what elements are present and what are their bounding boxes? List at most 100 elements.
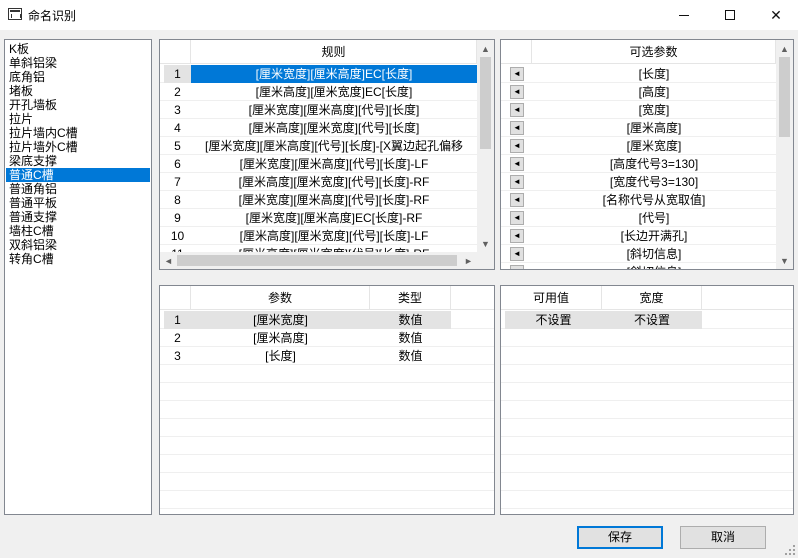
- rules-column-header[interactable]: 规则: [191, 40, 477, 64]
- insert-arrow-icon[interactable]: ◄: [510, 103, 524, 117]
- param-type-cell[interactable]: 数值: [370, 329, 451, 347]
- rule-row[interactable]: 5 [厘米宽度][厘米高度][代号][长度]-[X翼边起孔偏移: [160, 137, 477, 155]
- minimize-button[interactable]: [661, 0, 707, 30]
- rules-hscroll-thumb[interactable]: [177, 255, 457, 266]
- maximize-button[interactable]: [707, 0, 753, 30]
- category-list-item[interactable]: K板: [6, 42, 150, 56]
- scroll-down-icon[interactable]: ▼: [776, 252, 793, 269]
- param-row[interactable]: ◄ [宽度]: [501, 101, 776, 119]
- cancel-button[interactable]: 取消: [680, 526, 766, 549]
- insert-arrow-icon[interactable]: ◄: [510, 193, 524, 207]
- param-cell[interactable]: [宽度代号3=130]: [532, 173, 776, 191]
- rule-row[interactable]: 1 [厘米宽度][厘米高度]EC[长度]: [160, 65, 477, 83]
- available-value-column-header[interactable]: 可用值: [501, 286, 602, 310]
- param-cell[interactable]: [名称代号从宽取值]: [532, 191, 776, 209]
- param-cell[interactable]: [高度代号3=130]: [532, 155, 776, 173]
- category-list-item[interactable]: 拉片墙内C槽: [6, 126, 150, 140]
- param-row[interactable]: ◄ [厘米高度]: [501, 119, 776, 137]
- param-row[interactable]: ◄ [高度]: [501, 83, 776, 101]
- rule-row[interactable]: 4 [厘米高度][厘米宽度][代号][长度]: [160, 119, 477, 137]
- rule-row[interactable]: 2 [厘米高度][厘米宽度]EC[长度]: [160, 83, 477, 101]
- param-type-cell[interactable]: 数值: [370, 347, 451, 365]
- param-row[interactable]: ◄ [长边开满孔]: [501, 227, 776, 245]
- param-type-cell[interactable]: 数值: [370, 311, 451, 329]
- category-list-item[interactable]: 开孔墙板: [6, 98, 150, 112]
- param-type-row[interactable]: 2 [厘米高度] 数值: [160, 329, 494, 347]
- rule-row[interactable]: 3 [厘米宽度][厘米高度][代号][长度]: [160, 101, 477, 119]
- param-cell[interactable]: [宽度]: [532, 101, 776, 119]
- param-type-row[interactable]: 3 [长度] 数值: [160, 347, 494, 365]
- rule-cell[interactable]: [厘米宽度][厘米高度][代号][长度]-RF: [191, 191, 477, 209]
- params-column-header[interactable]: 可选参数: [532, 40, 776, 64]
- param-name-cell[interactable]: [厘米高度]: [191, 329, 370, 347]
- param-cell[interactable]: [代号]: [532, 209, 776, 227]
- param-row[interactable]: ◄ [斜切信息]: [501, 263, 776, 269]
- close-button[interactable]: ✕: [753, 0, 798, 30]
- rule-row[interactable]: 9 [厘米宽度][厘米高度]EC[长度]-RF: [160, 209, 477, 227]
- insert-arrow-icon[interactable]: ◄: [510, 67, 524, 81]
- params-vscroll-thumb[interactable]: [779, 57, 790, 137]
- insert-arrow-icon[interactable]: ◄: [510, 229, 524, 243]
- param-name-cell[interactable]: [长度]: [191, 347, 370, 365]
- param-row[interactable]: ◄ [长度]: [501, 65, 776, 83]
- category-list-item[interactable]: 梁底支撑: [6, 154, 150, 168]
- category-list-item[interactable]: 普通平板: [6, 196, 150, 210]
- rule-cell[interactable]: [厘米宽度][厘米高度][代号][长度]-[X翼边起孔偏移: [191, 137, 477, 155]
- param-column-header[interactable]: 参数: [191, 286, 370, 310]
- insert-arrow-icon[interactable]: ◄: [510, 85, 524, 99]
- param-row[interactable]: ◄ [高度代号3=130]: [501, 155, 776, 173]
- category-list[interactable]: K板 单斜铝梁 底角铝 堵板 开孔墙板 拉片 拉片墙内C槽 拉片墙外C槽 梁底支撑 普通C槽 普通角…: [4, 39, 152, 515]
- rule-row[interactable]: 7 [厘米高度][厘米宽度][代号][长度]-RF: [160, 173, 477, 191]
- param-cell[interactable]: [厘米宽度]: [532, 137, 776, 155]
- rule-cell[interactable]: [厘米宽度][厘米高度][代号][长度]: [191, 101, 477, 119]
- rule-cell[interactable]: [厘米高度][厘米宽度][代号][长度]-RF: [191, 173, 477, 191]
- category-list-item[interactable]: 普通C槽: [6, 168, 150, 182]
- rule-cell[interactable]: [厘米高度][厘米宽度][代号][长度]: [191, 119, 477, 137]
- value-row[interactable]: 不设置 不设置: [501, 311, 793, 329]
- insert-arrow-icon[interactable]: ◄: [510, 211, 524, 225]
- rule-cell[interactable]: [厘米宽度][厘米高度]EC[长度]-RF: [191, 209, 477, 227]
- scroll-up-icon[interactable]: ▲: [477, 40, 494, 57]
- param-cell[interactable]: [厘米高度]: [532, 119, 776, 137]
- rules-vertical-scrollbar[interactable]: ▲ ▼: [477, 40, 494, 252]
- insert-arrow-icon[interactable]: ◄: [510, 175, 524, 189]
- insert-arrow-icon[interactable]: ◄: [510, 265, 524, 269]
- param-row[interactable]: ◄ [宽度代号3=130]: [501, 173, 776, 191]
- rule-cell[interactable]: [厘米高度][厘米宽度][代号][长度]-LF: [191, 227, 477, 245]
- width-value-cell[interactable]: 不设置: [602, 311, 702, 329]
- category-list-item[interactable]: 单斜铝梁: [6, 56, 150, 70]
- insert-arrow-icon[interactable]: ◄: [510, 157, 524, 171]
- param-name-cell[interactable]: [厘米宽度]: [191, 311, 370, 329]
- rules-horizontal-scrollbar[interactable]: ◄ ►: [160, 252, 477, 269]
- resize-grip-icon[interactable]: [784, 544, 796, 556]
- param-type-row[interactable]: 1 [厘米宽度] 数值: [160, 311, 494, 329]
- param-cell[interactable]: [斜切信息]: [532, 245, 776, 263]
- type-column-header[interactable]: 类型: [370, 286, 451, 310]
- category-list-item[interactable]: 普通角铝: [6, 182, 150, 196]
- scroll-up-icon[interactable]: ▲: [776, 40, 793, 57]
- param-cell[interactable]: [长边开满孔]: [532, 227, 776, 245]
- rule-cell[interactable]: [厘米宽度][厘米高度][代号][长度]-LF: [191, 155, 477, 173]
- insert-arrow-icon[interactable]: ◄: [510, 247, 524, 261]
- category-list-item[interactable]: 拉片墙外C槽: [6, 140, 150, 154]
- insert-arrow-icon[interactable]: ◄: [510, 139, 524, 153]
- rule-cell[interactable]: [厘米宽度][厘米高度]EC[长度]: [191, 65, 477, 83]
- scroll-right-icon[interactable]: ►: [460, 252, 477, 269]
- scroll-down-icon[interactable]: ▼: [477, 235, 494, 252]
- category-list-item[interactable]: 转角C槽: [6, 252, 150, 266]
- param-row[interactable]: ◄ [厘米宽度]: [501, 137, 776, 155]
- category-list-item[interactable]: 墙柱C槽: [6, 224, 150, 238]
- category-list-item[interactable]: 拉片: [6, 112, 150, 126]
- rule-row[interactable]: 10 [厘米高度][厘米宽度][代号][长度]-LF: [160, 227, 477, 245]
- save-button[interactable]: 保存: [577, 526, 663, 549]
- param-row[interactable]: ◄ [斜切信息]: [501, 245, 776, 263]
- param-row[interactable]: ◄ [代号]: [501, 209, 776, 227]
- params-vertical-scrollbar[interactable]: ▲ ▼: [776, 40, 793, 269]
- category-list-item[interactable]: 普通支撑: [6, 210, 150, 224]
- rule-row[interactable]: 8 [厘米宽度][厘米高度][代号][长度]-RF: [160, 191, 477, 209]
- width-column-header[interactable]: 宽度: [602, 286, 702, 310]
- rule-row[interactable]: 6 [厘米宽度][厘米高度][代号][长度]-LF: [160, 155, 477, 173]
- scroll-left-icon[interactable]: ◄: [160, 252, 177, 269]
- param-cell[interactable]: [长度]: [532, 65, 776, 83]
- category-list-item[interactable]: 堵板: [6, 84, 150, 98]
